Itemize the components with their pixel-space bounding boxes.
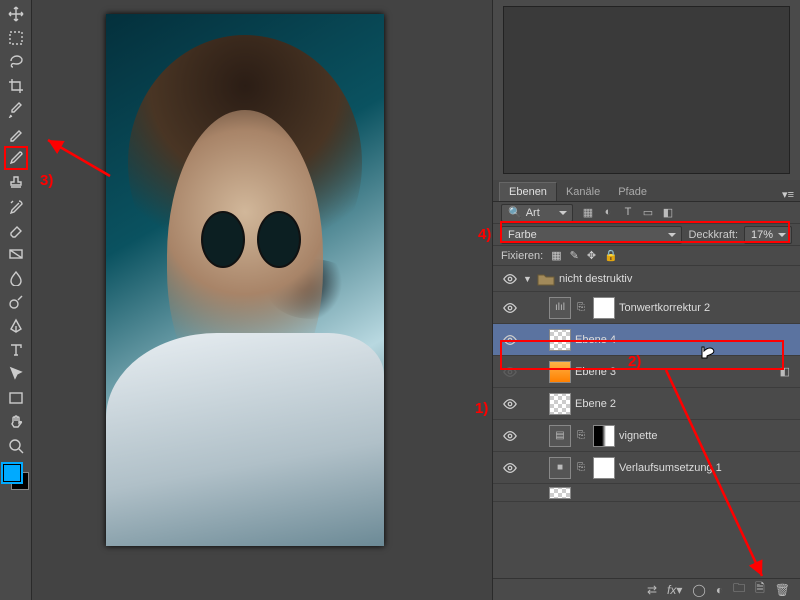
gradient-tool-icon[interactable] xyxy=(5,243,27,265)
link-icon: ⎘ xyxy=(577,302,591,313)
filter-type-icon[interactable]: T xyxy=(619,206,637,219)
hand-tool-icon[interactable] xyxy=(5,411,27,433)
crop-tool-icon[interactable] xyxy=(5,75,27,97)
tool-toolbar xyxy=(0,0,32,600)
layer-name[interactable]: Tonwertkorrektur 2 xyxy=(619,302,710,314)
right-panel-dock: Ebenen Kanäle Pfade ▾≡ 🔍Art ▦ ◐ T ▭ ◧ Fa… xyxy=(492,0,800,600)
blur-tool-icon[interactable] xyxy=(5,267,27,289)
filter-smart-icon[interactable]: ◧ xyxy=(659,206,677,219)
path-select-tool-icon[interactable] xyxy=(5,363,27,385)
layer-name[interactable]: Ebene 4 xyxy=(575,334,616,346)
visibility-toggle-icon[interactable] xyxy=(501,427,519,445)
visibility-toggle-icon[interactable] xyxy=(501,395,519,413)
zoom-tool-icon[interactable] xyxy=(5,435,27,457)
new-group-icon[interactable]: 🗀 xyxy=(733,579,745,600)
lock-transparent-icon[interactable]: ▦ xyxy=(551,249,561,262)
layer-thumb[interactable] xyxy=(549,361,571,383)
layers-panel-footer: ⇄ fx▾ ◯ ◐ 🗀 🗎 🗑 xyxy=(493,578,800,600)
color-swatches[interactable] xyxy=(3,464,29,490)
marquee-tool-icon[interactable] xyxy=(5,27,27,49)
layer-name[interactable]: Ebene 3 xyxy=(575,366,616,378)
layer-thumb[interactable] xyxy=(549,393,571,415)
pen-tool-icon[interactable] xyxy=(5,315,27,337)
folder-icon xyxy=(537,272,555,286)
layer-name[interactable]: Verlaufsumsetzung 1 xyxy=(619,462,722,474)
panel-menu-icon[interactable]: ▾≡ xyxy=(782,188,794,201)
layer-row[interactable]: Ebene 2 xyxy=(493,388,800,420)
layer-group[interactable]: ▼ nicht destruktiv xyxy=(493,266,800,292)
layer-filter-icons: ▦ ◐ T ▭ ◧ xyxy=(579,206,677,219)
layer-thumb[interactable] xyxy=(549,329,571,351)
layer-row[interactable]: ▤ ⎘ vignette xyxy=(493,420,800,452)
document-image[interactable] xyxy=(106,14,384,546)
foreground-color-swatch[interactable] xyxy=(3,464,21,482)
lasso-tool-icon[interactable] xyxy=(5,51,27,73)
new-adjustment-icon[interactable]: ◐ xyxy=(716,583,723,597)
new-layer-icon[interactable]: 🗎 xyxy=(755,579,765,600)
tab-channels[interactable]: Kanäle xyxy=(557,183,609,201)
history-brush-tool-icon[interactable] xyxy=(5,195,27,217)
layer-row[interactable]: Ebene 3 ◧ xyxy=(493,356,800,388)
link-layers-icon[interactable]: ⇄ xyxy=(647,583,657,597)
lock-label: Fixieren: xyxy=(501,250,543,262)
adjustment-thumb-icon: ılıl xyxy=(549,297,571,319)
layer-name[interactable]: Ebene 2 xyxy=(575,398,616,410)
move-tool-icon[interactable] xyxy=(5,3,27,25)
document-canvas-area xyxy=(32,0,492,600)
filter-pixel-icon[interactable]: ▦ xyxy=(579,206,597,219)
blend-mode-select[interactable]: Farbe xyxy=(501,226,682,244)
mask-thumb[interactable] xyxy=(593,297,615,319)
visibility-toggle-icon[interactable] xyxy=(501,299,519,317)
annotation-arrow-icon xyxy=(42,134,112,178)
layers-panel-tabs: Ebenen Kanäle Pfade ▾≡ xyxy=(493,180,800,202)
link-icon: ⎘ xyxy=(577,430,591,441)
filter-adjust-icon[interactable]: ◐ xyxy=(599,206,617,219)
layer-row[interactable]: ılıl ⎘ Tonwertkorrektur 2 xyxy=(493,292,800,324)
visibility-toggle-icon[interactable] xyxy=(501,459,519,477)
layer-name[interactable]: vignette xyxy=(619,430,658,442)
eyedropper-tool-icon[interactable] xyxy=(5,99,27,121)
visibility-toggle-icon[interactable] xyxy=(501,270,519,288)
dodge-tool-icon[interactable] xyxy=(5,291,27,313)
healing-brush-tool-icon[interactable] xyxy=(5,123,27,145)
link-icon: ⎘ xyxy=(577,462,591,473)
tab-paths[interactable]: Pfade xyxy=(609,183,656,201)
delete-layer-icon[interactable]: 🗑 xyxy=(775,583,790,597)
brush-tool-icon[interactable] xyxy=(5,147,27,169)
visibility-toggle-icon[interactable] xyxy=(501,484,519,502)
eraser-tool-icon[interactable] xyxy=(5,219,27,241)
layers-list: ▼ nicht destruktiv ılıl ⎘ Tonwertkorrekt… xyxy=(493,266,800,578)
layer-style-icon[interactable]: fx▾ xyxy=(667,583,682,597)
layer-row-selected[interactable]: Ebene 4 xyxy=(493,324,800,356)
visibility-toggle-icon[interactable] xyxy=(501,363,519,381)
layer-filter-row: 🔍Art ▦ ◐ T ▭ ◧ xyxy=(493,202,800,224)
layer-thumb[interactable] xyxy=(549,487,571,499)
layer-effects-icon[interactable]: ◧ xyxy=(780,365,790,378)
adjustment-thumb-icon: ■ xyxy=(549,457,571,479)
rectangle-tool-icon[interactable] xyxy=(5,387,27,409)
stamp-tool-icon[interactable] xyxy=(5,171,27,193)
tab-layers[interactable]: Ebenen xyxy=(499,182,557,201)
blend-opacity-row: Farbe Deckkraft: 17% xyxy=(493,224,800,246)
opacity-label: Deckkraft: xyxy=(688,229,738,241)
lock-pixels-icon[interactable]: ✎ xyxy=(570,249,579,262)
layer-row-partial[interactable] xyxy=(493,484,800,502)
lock-all-icon[interactable]: 🔒 xyxy=(604,249,618,262)
upper-panel-placeholder xyxy=(503,6,790,174)
opacity-field[interactable]: 17% xyxy=(744,226,792,244)
disclosure-triangle-icon[interactable]: ▼ xyxy=(523,274,535,284)
add-mask-icon[interactable]: ◯ xyxy=(692,583,705,597)
layer-row[interactable]: ■ ⎘ Verlaufsumsetzung 1 xyxy=(493,452,800,484)
visibility-toggle-icon[interactable] xyxy=(501,331,519,349)
layer-name[interactable]: nicht destruktiv xyxy=(559,273,632,285)
filter-shape-icon[interactable]: ▭ xyxy=(639,206,657,219)
mask-thumb[interactable] xyxy=(593,457,615,479)
type-tool-icon[interactable] xyxy=(5,339,27,361)
adjustment-thumb-icon: ▤ xyxy=(549,425,571,447)
layer-filter-select[interactable]: 🔍Art xyxy=(501,204,573,222)
mask-thumb[interactable] xyxy=(593,425,615,447)
lock-row: Fixieren: ▦ ✎ ✥ 🔒 xyxy=(493,246,800,266)
lock-position-icon[interactable]: ✥ xyxy=(587,249,596,262)
